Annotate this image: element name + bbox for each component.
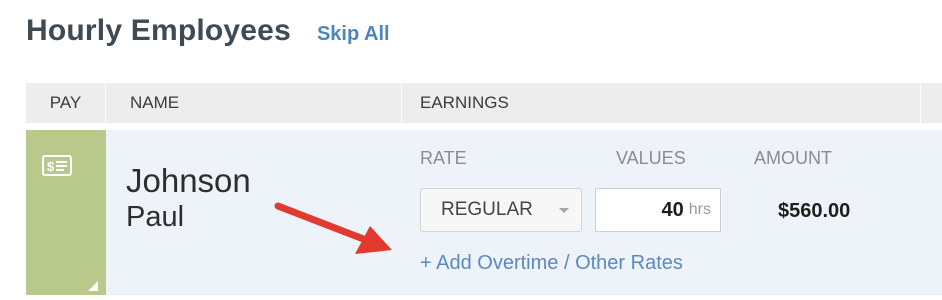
pay-toggle[interactable]: $ (26, 130, 106, 295)
employee-last-name: Johnson (126, 162, 251, 199)
employee-row: $ Johnson Paul RATE VALUES AMOUNT REGULA… (26, 130, 942, 295)
svg-text:$: $ (47, 159, 55, 174)
employee-first-name: Paul (126, 201, 185, 233)
rate-select-value: REGULAR (441, 199, 533, 220)
column-header-earnings: EARNINGS (402, 83, 921, 123)
add-overtime-link[interactable]: + Add Overtime / Other Rates (420, 252, 683, 275)
values-header: VALUES (616, 148, 686, 168)
page-header: Hourly Employees Skip All (26, 14, 390, 48)
hours-input[interactable]: 40 hrs (595, 188, 721, 232)
table-header: PAY NAME EARNINGS (26, 83, 942, 123)
column-header-pay: PAY (26, 83, 106, 123)
skip-all-link[interactable]: Skip All (317, 23, 390, 46)
amount-value: $560.00 (778, 200, 851, 222)
column-header-name: NAME (106, 83, 402, 123)
column-header-extra (921, 83, 942, 123)
amount-header: AMOUNT (754, 148, 832, 168)
rate-select[interactable]: REGULAR (420, 188, 582, 232)
hours-unit: hrs (688, 201, 711, 218)
rate-header: RATE (420, 148, 467, 168)
hours-value: 40 (661, 198, 684, 221)
corner-triangle-icon (88, 278, 98, 291)
page-title: Hourly Employees (26, 14, 291, 47)
check-icon: $ (42, 155, 88, 185)
chevron-down-icon (559, 208, 569, 213)
